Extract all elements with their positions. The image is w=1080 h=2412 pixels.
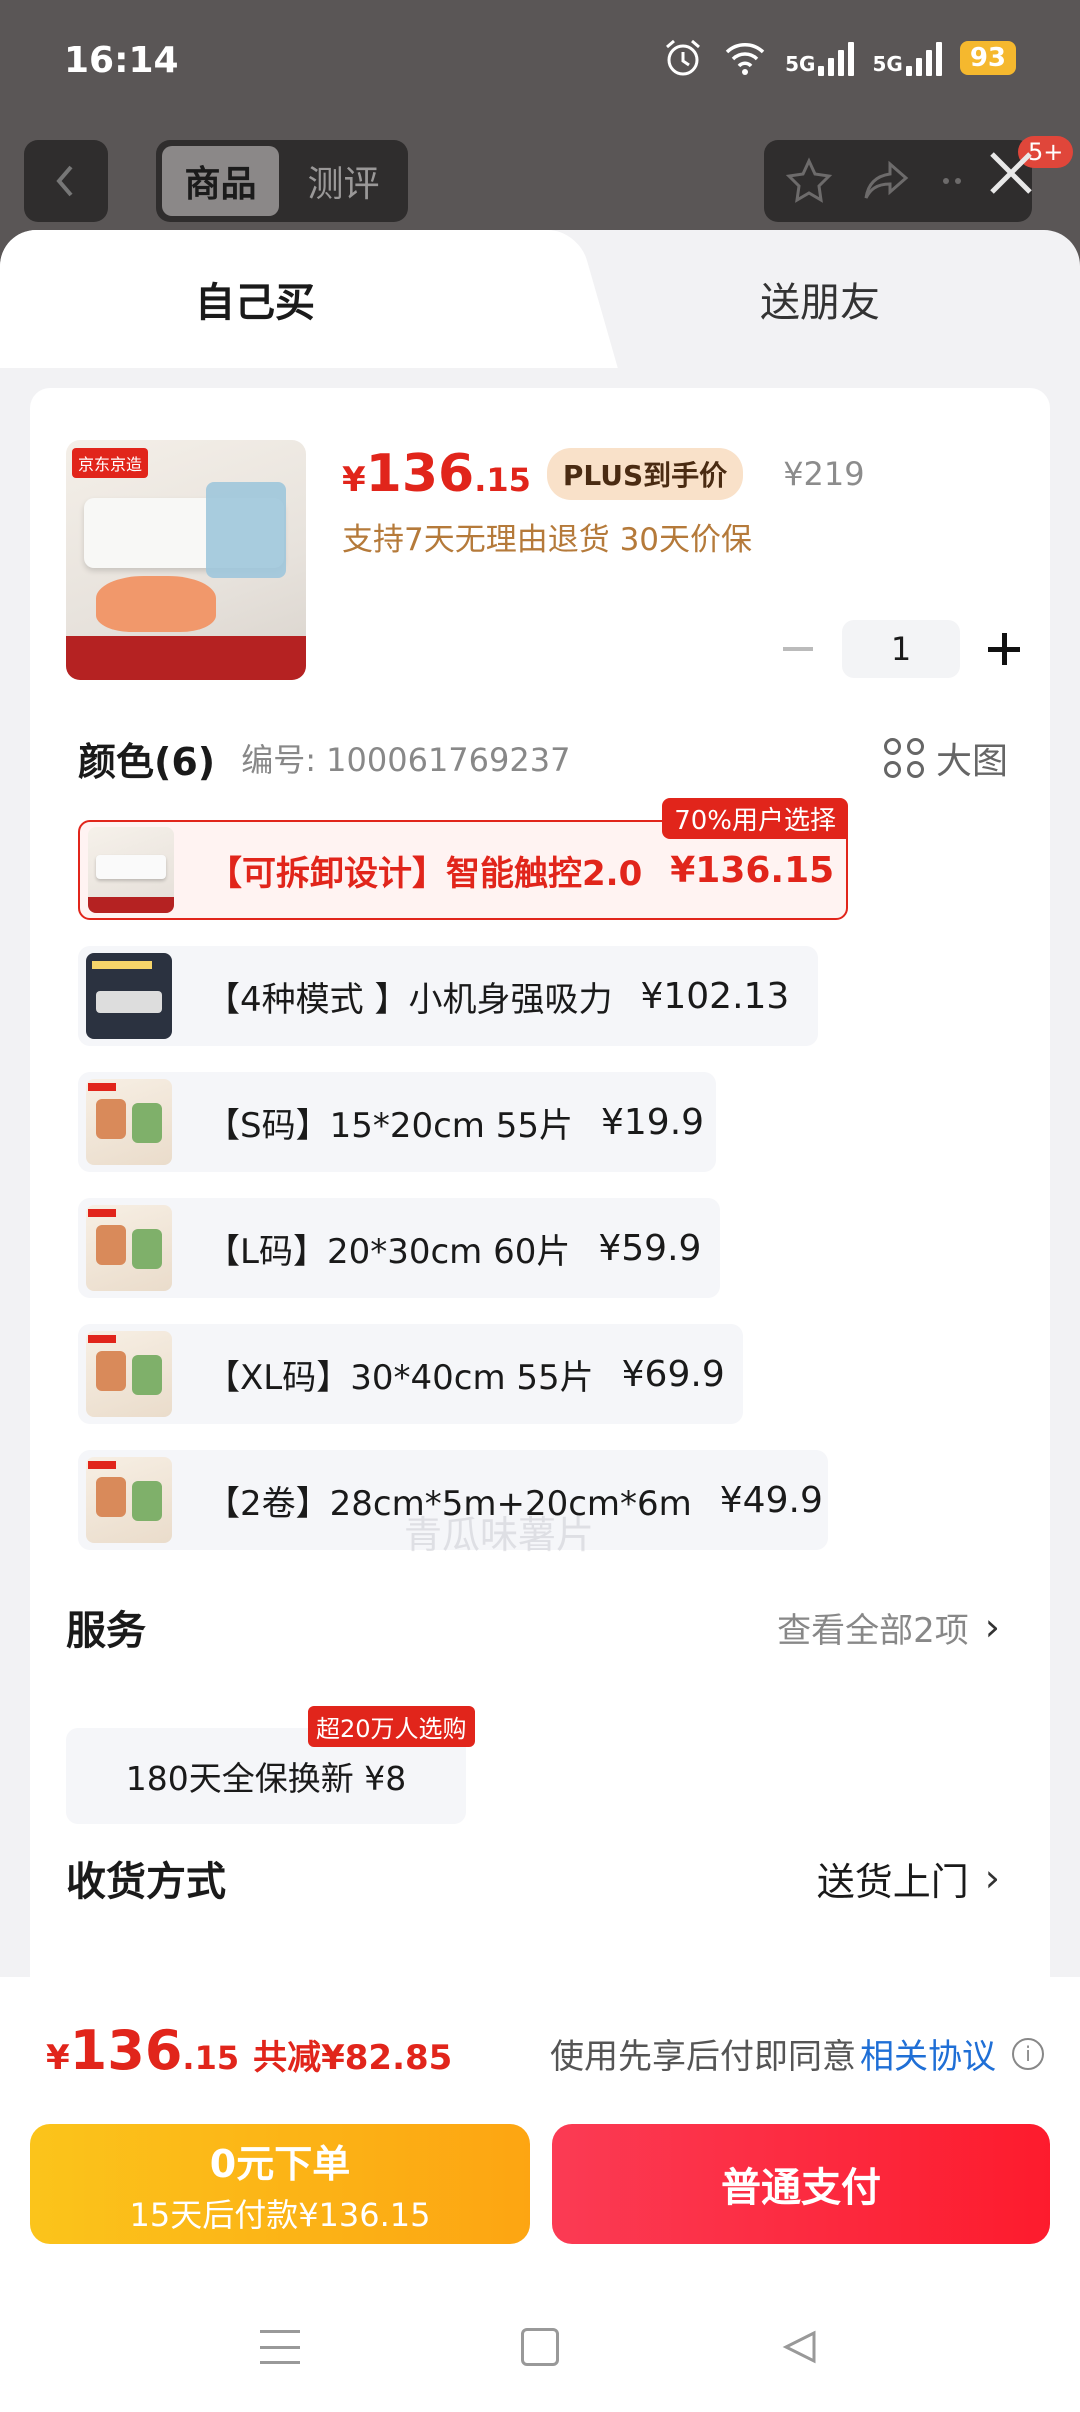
increase-button[interactable] <box>976 621 1032 677</box>
delivery-method-row[interactable]: 收货方式 送货上门 › <box>66 1848 1026 1908</box>
color-title: 颜色(6) <box>78 739 216 784</box>
service-title: 服务 <box>66 1608 146 1654</box>
total-price-integer: 136 <box>69 2019 183 2082</box>
agreement-link[interactable]: 相关协议 <box>860 2029 996 2078</box>
color-option-1[interactable]: 【可拆卸设计】智能触控2.0 ¥136.15 70%用户选择 <box>78 798 848 920</box>
big-picture-label: 大图 <box>935 741 1008 782</box>
service-view-all-label: 查看全部2项 <box>777 1610 969 1651</box>
status-icons: 5G 5G 93 <box>661 38 1016 78</box>
product-options-card: 京东京造 ¥ 136 .15 PLUS到手价 ¥219 支持7天无理由退货 30… <box>30 388 1050 2148</box>
delivery-title: 收货方式 <box>66 1859 226 1905</box>
battery-indicator: 93 <box>959 41 1016 75</box>
color-section-header: 颜色(6) 编号: 100061769237 大图 <box>78 728 1038 788</box>
system-navigation-bar <box>0 2282 1080 2412</box>
color-option-5[interactable]: 【XL码】30*40cm 55片 ¥69.9 <box>78 1324 743 1424</box>
total-saving: 共减¥82.85 <box>253 2038 453 2078</box>
total-price-symbol: ¥ <box>46 2038 70 2078</box>
agreement-line: 使用先享后付即同意 相关协议 i <box>550 2029 1044 2078</box>
more-icon[interactable] <box>938 156 978 206</box>
brand-logo: 京东京造 <box>72 448 149 478</box>
delivery-value-label: 送货上门 <box>816 1859 969 1904</box>
option-thumbnail <box>86 1205 172 1291</box>
service-section-header: 服务 查看全部2项 › <box>66 1598 1026 1656</box>
signal-2-icon: 5G <box>872 40 942 76</box>
service-promise: 支持7天无理由退货 30天价保 <box>342 522 753 558</box>
wifi-icon <box>725 43 765 75</box>
delivery-value: 送货上门 › <box>817 1851 1000 1906</box>
original-price: ¥219 <box>783 455 865 493</box>
price-symbol: ¥ <box>342 460 366 500</box>
checkout-bar: ¥ 136 .15 共减¥82.85 使用先享后付即同意 相关协议 i 0元下单… <box>0 1977 1080 2412</box>
quantity-value[interactable]: 1 <box>842 620 960 678</box>
total-price-decimal: .15 <box>182 2039 240 2077</box>
decrease-button[interactable] <box>770 621 826 677</box>
service-badge: 超20万人选购 <box>308 1706 475 1747</box>
price-decimal: .15 <box>474 461 531 499</box>
tab-buy-self-label: 自己买 <box>195 280 315 326</box>
color-option-4[interactable]: 【L码】20*30cm 60片 ¥59.9 <box>78 1198 720 1298</box>
option-label: 【可拆卸设计】智能触控2.0 <box>208 853 643 894</box>
pay-later-subtitle: 15天后付款¥136.15 <box>129 2195 431 2234</box>
color-option-3[interactable]: 【S码】15*20cm 55片 ¥19.9 <box>78 1072 716 1172</box>
product-page-header: 商品 测评 <box>0 140 1080 225</box>
option-price: ¥49.9 <box>719 1479 823 1521</box>
chevron-right-icon: › <box>984 1856 1000 1900</box>
info-icon[interactable]: i <box>1012 2037 1044 2070</box>
option-label: 【S码】15*20cm 55片 <box>206 1105 573 1146</box>
close-icon[interactable] <box>978 140 1044 206</box>
option-thumbnail <box>86 1457 172 1543</box>
option-price: ¥102.13 <box>640 975 790 1017</box>
option-label: 【XL码】30*40cm 55片 <box>206 1357 594 1398</box>
service-view-all[interactable]: 查看全部2项 › <box>777 1603 1000 1652</box>
chevron-right-icon: › <box>984 1605 1000 1649</box>
agreement-text: 使用先享后付即同意 <box>550 2037 856 2077</box>
option-thumbnail <box>86 953 172 1039</box>
option-label: 【L码】20*30cm 60片 <box>206 1231 571 1272</box>
price-line: ¥ 136 .15 PLUS到手价 ¥219 <box>342 444 865 504</box>
star-icon[interactable] <box>784 156 834 206</box>
back-button[interactable] <box>24 140 108 222</box>
big-picture-button[interactable]: 大图 <box>883 732 1008 784</box>
pay-later-button[interactable]: 0元下单 15天后付款¥136.15 <box>30 2124 530 2244</box>
option-label: 【4种模式 】小机身强吸力 <box>206 979 613 1020</box>
pay-later-title: 0元下单 <box>209 2141 351 2186</box>
popular-badge: 70%用户选择 <box>662 798 848 839</box>
color-options: 【可拆卸设计】智能触控2.0 ¥136.15 70%用户选择 【4种模式 】小机… <box>78 798 1038 1576</box>
bag-shape <box>206 482 286 578</box>
food-shape <box>96 576 216 632</box>
total-price-line: ¥ 136 .15 共减¥82.85 <box>46 2019 452 2082</box>
color-option-2[interactable]: 【4种模式 】小机身强吸力 ¥102.13 <box>78 946 818 1046</box>
option-price: ¥69.9 <box>621 1353 725 1395</box>
quantity-stepper: 1 <box>770 620 1032 678</box>
back-triangle-icon[interactable] <box>780 2327 820 2367</box>
product-image[interactable]: 京东京造 <box>66 440 306 680</box>
home-icon[interactable] <box>520 2328 559 2366</box>
tab-review[interactable]: 测评 <box>285 146 402 216</box>
option-price: ¥19.9 <box>601 1101 705 1143</box>
price-integer: 136 <box>365 444 475 504</box>
option-thumbnail <box>86 1331 172 1417</box>
tab-buy-self[interactable]: 自己买 <box>0 230 560 368</box>
normal-pay-button[interactable]: 普通支付 <box>552 2124 1050 2244</box>
plus-price-tag: PLUS到手价 <box>546 448 744 500</box>
banner-strip <box>66 636 306 680</box>
signal-1-icon: 5G <box>785 40 855 76</box>
chevron-left-icon <box>56 165 73 197</box>
option-thumbnail <box>88 827 174 913</box>
option-price: ¥59.9 <box>598 1227 702 1269</box>
option-thumbnail <box>86 1079 172 1165</box>
alarm-icon <box>666 39 701 76</box>
buy-mode-tabs: 送朋友 自己买 <box>0 230 1080 368</box>
menu-icon[interactable] <box>260 2330 301 2364</box>
grid-icon <box>883 738 924 778</box>
watermark: 青瓜味薯片 <box>404 1513 595 1557</box>
option-price: ¥136.15 <box>670 849 835 891</box>
status-bar: 16:14 5G 5G 93 <box>0 0 1080 125</box>
product-segment-tabs: 商品 测评 <box>156 140 408 222</box>
tab-product[interactable]: 商品 <box>162 146 279 216</box>
tab-send-friend[interactable]: 送朋友 <box>560 230 1080 368</box>
status-time: 16:14 <box>64 40 179 81</box>
sku-number: 编号: 100061769237 <box>241 741 571 779</box>
share-icon[interactable] <box>860 156 912 206</box>
